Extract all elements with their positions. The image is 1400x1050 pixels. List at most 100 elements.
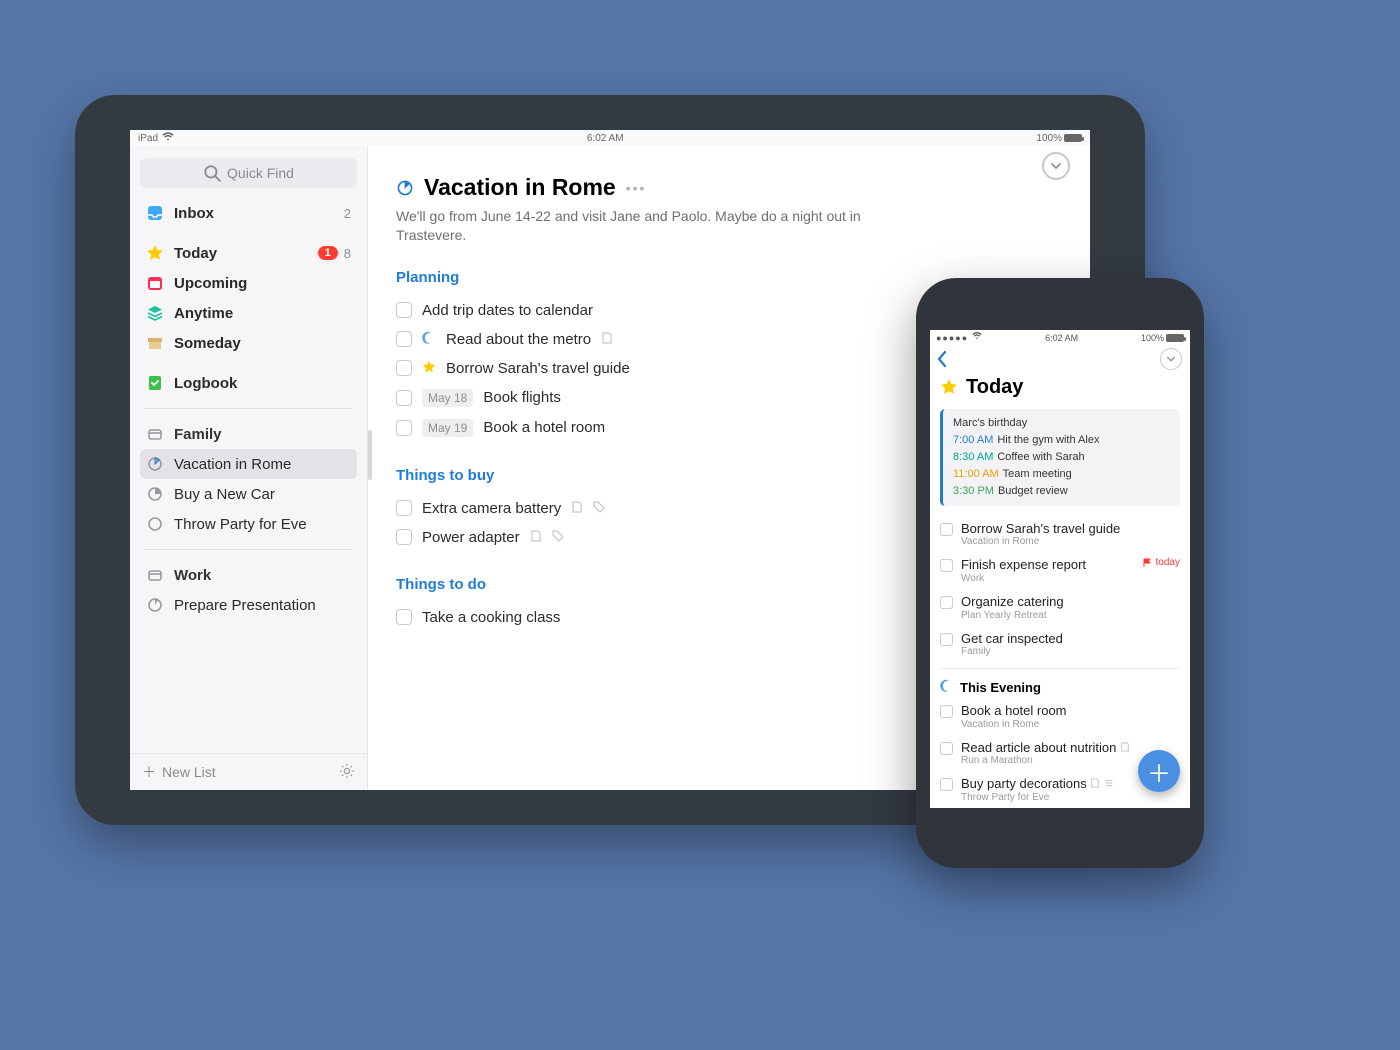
iphone-screen: ●●●●● 6:02 AM 100% Today M — [930, 330, 1190, 808]
sidebar-label: Someday — [174, 335, 241, 352]
scroll-indicator[interactable] — [368, 430, 372, 480]
sidebar: Quick Find Inbox 2 Today — [130, 146, 368, 790]
checkbox[interactable] — [396, 500, 412, 516]
task-title: Power adapter — [422, 529, 520, 546]
checkbox[interactable] — [940, 633, 953, 646]
calendar-events[interactable]: Marc's birthday 7:00 AMHit the gym with … — [940, 409, 1180, 506]
checkbox[interactable] — [940, 742, 953, 755]
today-badge: 1 — [318, 246, 338, 260]
sidebar-anytime[interactable]: Anytime — [140, 298, 357, 328]
device-label: iPad — [138, 133, 158, 144]
collapse-button[interactable] — [1160, 348, 1182, 370]
wifi-icon — [972, 332, 982, 343]
sidebar-someday[interactable]: Someday — [140, 328, 357, 358]
quick-find-placeholder: Quick Find — [227, 165, 294, 181]
task-title: Borrow Sarah's travel guide — [961, 521, 1120, 537]
task-title: Book a hotel room — [961, 703, 1067, 719]
task-row[interactable]: Borrow Sarah's travel guideVacation in R… — [930, 516, 1190, 553]
checkbox[interactable] — [396, 609, 412, 625]
checkbox[interactable] — [940, 559, 953, 572]
divider — [144, 549, 353, 550]
task-title: Book flights — [483, 389, 561, 406]
checkbox[interactable] — [940, 705, 953, 718]
sidebar-today[interactable]: Today 1 8 — [140, 238, 357, 268]
task-row[interactable]: Finish expense reportWork today — [930, 552, 1190, 589]
clock: 6:02 AM — [174, 133, 1036, 144]
star-icon — [422, 360, 436, 377]
note-indicator-icon — [1120, 741, 1130, 755]
task-row[interactable]: Organize cateringPlan Yearly Retreat — [930, 589, 1190, 626]
divider — [940, 668, 1180, 669]
search-icon — [203, 164, 221, 182]
plus-icon: ＋ — [1147, 754, 1171, 789]
task-title: Buy party decorations — [961, 776, 1114, 792]
sidebar-area-family[interactable]: Family — [140, 419, 357, 449]
clock: 6:02 AM — [982, 333, 1141, 343]
sidebar-area-work[interactable]: Work — [140, 560, 357, 590]
task-project: Work — [961, 573, 1086, 584]
checkbox[interactable] — [940, 523, 953, 536]
task-title: Read about the metro — [446, 331, 591, 348]
task-row[interactable]: Get car inspectedFamily — [930, 626, 1190, 663]
sidebar-logbook[interactable]: Logbook — [140, 368, 357, 398]
sidebar-project-party[interactable]: Throw Party for Eve — [140, 509, 357, 539]
star-icon — [146, 244, 164, 262]
sidebar-label: Throw Party for Eve — [174, 516, 307, 533]
sidebar-upcoming[interactable]: Upcoming — [140, 268, 357, 298]
phone-header — [930, 346, 1190, 376]
settings-icon[interactable] — [339, 763, 355, 782]
checkbox[interactable] — [940, 596, 953, 609]
calendar-entry: Marc's birthday — [953, 415, 1172, 432]
task-project: Run a Marathon — [961, 755, 1130, 766]
area-icon — [146, 566, 164, 584]
battery-icon — [1166, 334, 1184, 342]
new-list-label: New List — [162, 764, 216, 780]
checkbox[interactable] — [396, 302, 412, 318]
ipad-statusbar: iPad 6:02 AM 100% — [130, 130, 1090, 146]
task-project: Vacation in Rome — [961, 536, 1120, 547]
calendar-entry: 3:30 PMBudget review — [953, 483, 1172, 500]
deadline-flag: today — [1143, 557, 1180, 568]
checkbox[interactable] — [396, 360, 412, 376]
checkbox[interactable] — [396, 331, 412, 347]
sidebar-project-car[interactable]: Buy a New Car — [140, 479, 357, 509]
note-indicator-icon — [601, 332, 613, 347]
iphone-device: ●●●●● 6:02 AM 100% Today M — [916, 278, 1204, 868]
this-evening-heading[interactable]: This Evening — [930, 675, 1190, 698]
task-title: Take a cooking class — [422, 609, 560, 626]
heading-label: This Evening — [960, 680, 1041, 695]
more-menu-icon[interactable]: ••• — [626, 180, 647, 196]
sidebar-project-vacation[interactable]: Vacation in Rome — [140, 449, 357, 479]
sidebar-label: Work — [174, 567, 211, 584]
checkbox[interactable] — [940, 778, 953, 791]
date-chip: May 19 — [422, 419, 473, 437]
sidebar-project-presentation[interactable]: Prepare Presentation — [140, 590, 357, 620]
stack-icon — [146, 304, 164, 322]
task-title: Add trip dates to calendar — [422, 302, 593, 319]
plus-icon: ＋ — [142, 764, 156, 780]
inbox-count: 2 — [344, 206, 351, 221]
project-title[interactable]: Vacation in Rome — [424, 174, 616, 201]
sidebar-label: Inbox — [174, 205, 214, 222]
calendar-entry: 8:30 AMCoffee with Sarah — [953, 449, 1172, 466]
battery-percent: 100% — [1141, 333, 1164, 343]
note-indicator-icon — [571, 501, 583, 516]
task-title: Finish expense report — [961, 557, 1086, 573]
sidebar-footer: ＋ New List — [130, 753, 367, 790]
sidebar-inbox[interactable]: Inbox 2 — [140, 198, 357, 228]
task-row[interactable]: Book a hotel roomVacation in Rome — [930, 698, 1190, 735]
add-task-fab[interactable]: ＋ — [1138, 750, 1180, 792]
back-button[interactable] — [936, 350, 948, 373]
checkbox[interactable] — [396, 529, 412, 545]
sidebar-label: Vacation in Rome — [174, 456, 291, 473]
checkbox[interactable] — [396, 390, 412, 406]
checkbox[interactable] — [396, 420, 412, 436]
project-notes[interactable]: We'll go from June 14-22 and visit Jane … — [396, 207, 916, 245]
collapse-button[interactable] — [1042, 152, 1070, 180]
sidebar-label: Anytime — [174, 305, 233, 322]
sidebar-label: Family — [174, 426, 222, 443]
calendar-icon — [146, 274, 164, 292]
new-list-button[interactable]: ＋ New List — [142, 762, 216, 782]
quick-find[interactable]: Quick Find — [140, 158, 357, 188]
star-icon — [940, 378, 958, 396]
